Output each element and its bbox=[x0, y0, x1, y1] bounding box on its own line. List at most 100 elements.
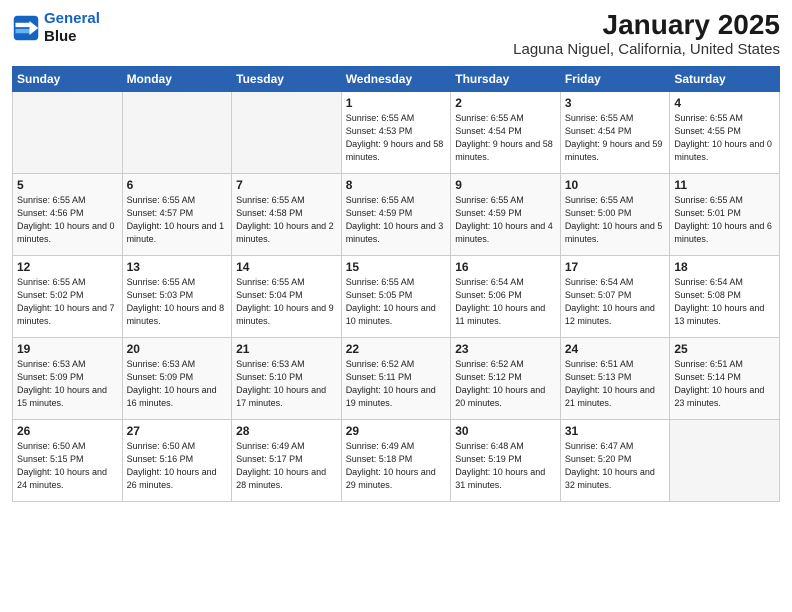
col-saturday: Saturday bbox=[670, 66, 780, 91]
calendar-cell: 3 Sunrise: 6:55 AM Sunset: 4:54 PM Daylig… bbox=[560, 91, 670, 173]
calendar-cell: 29 Sunrise: 6:49 AM Sunset: 5:18 PM Dayli… bbox=[341, 419, 451, 501]
col-monday: Monday bbox=[122, 66, 232, 91]
day-number: 18 bbox=[674, 260, 775, 274]
logo-icon bbox=[12, 14, 40, 42]
day-info: Sunrise: 6:55 AM Sunset: 5:00 PM Dayligh… bbox=[565, 194, 666, 246]
day-info: Sunrise: 6:54 AM Sunset: 5:06 PM Dayligh… bbox=[455, 276, 556, 328]
calendar-cell: 20 Sunrise: 6:53 AM Sunset: 5:09 PM Dayli… bbox=[122, 337, 232, 419]
week-row-3: 12 Sunrise: 6:55 AM Sunset: 5:02 PM Dayli… bbox=[13, 255, 780, 337]
day-number: 2 bbox=[455, 96, 556, 110]
calendar-cell: 17 Sunrise: 6:54 AM Sunset: 5:07 PM Dayli… bbox=[560, 255, 670, 337]
calendar-cell bbox=[13, 91, 123, 173]
calendar-cell: 24 Sunrise: 6:51 AM Sunset: 5:13 PM Dayli… bbox=[560, 337, 670, 419]
day-number: 28 bbox=[236, 424, 337, 438]
calendar-cell: 28Sunrise: 6:49 AM Sunset: 5:17 PM Dayli… bbox=[232, 419, 342, 501]
day-info: Sunrise: 6:55 AM Sunset: 5:03 PM Dayligh… bbox=[127, 276, 228, 328]
day-info: Sunrise: 6:50 AM Sunset: 5:16 PM Dayligh… bbox=[127, 440, 228, 492]
col-sunday: Sunday bbox=[13, 66, 123, 91]
day-info: Sunrise: 6:50 AM Sunset: 5:15 PM Dayligh… bbox=[17, 440, 118, 492]
calendar-cell: 30 Sunrise: 6:48 AM Sunset: 5:19 PM Dayli… bbox=[451, 419, 561, 501]
day-number: 19 bbox=[17, 342, 118, 356]
day-info: Sunrise: 6:55 AM Sunset: 5:02 PM Dayligh… bbox=[17, 276, 118, 328]
day-number: 30 bbox=[455, 424, 556, 438]
day-number: 21 bbox=[236, 342, 337, 356]
week-row-1: 1Sunrise: 6:55 AM Sunset: 4:53 PM Daylig… bbox=[13, 91, 780, 173]
calendar-cell: 22Sunrise: 6:52 AM Sunset: 5:11 PM Dayli… bbox=[341, 337, 451, 419]
day-number: 12 bbox=[17, 260, 118, 274]
day-info: Sunrise: 6:55 AM Sunset: 5:05 PM Dayligh… bbox=[346, 276, 447, 328]
day-info: Sunrise: 6:52 AM Sunset: 5:12 PM Dayligh… bbox=[455, 358, 556, 410]
day-number: 23 bbox=[455, 342, 556, 356]
calendar-cell: 25 Sunrise: 6:51 AM Sunset: 5:14 PM Dayli… bbox=[670, 337, 780, 419]
calendar-cell bbox=[122, 91, 232, 173]
day-number: 7 bbox=[236, 178, 337, 192]
calendar-cell: 19 Sunrise: 6:53 AM Sunset: 5:09 PM Dayli… bbox=[13, 337, 123, 419]
week-row-5: 26Sunrise: 6:50 AM Sunset: 5:15 PM Dayli… bbox=[13, 419, 780, 501]
calendar-cell bbox=[670, 419, 780, 501]
day-info: Sunrise: 6:52 AM Sunset: 5:11 PM Dayligh… bbox=[346, 358, 447, 410]
header: General Blue January 2025 Laguna Niguel,… bbox=[12, 10, 780, 58]
calendar-table: Sunday Monday Tuesday Wednesday Thursday… bbox=[12, 66, 780, 502]
day-number: 10 bbox=[565, 178, 666, 192]
calendar-cell: 1Sunrise: 6:55 AM Sunset: 4:53 PM Daylig… bbox=[341, 91, 451, 173]
day-info: Sunrise: 6:55 AM Sunset: 4:54 PM Dayligh… bbox=[565, 112, 666, 164]
calendar-cell: 2 Sunrise: 6:55 AM Sunset: 4:54 PM Daylig… bbox=[451, 91, 561, 173]
day-info: Sunrise: 6:55 AM Sunset: 4:54 PM Dayligh… bbox=[455, 112, 556, 164]
day-number: 4 bbox=[674, 96, 775, 110]
col-wednesday: Wednesday bbox=[341, 66, 451, 91]
day-info: Sunrise: 6:54 AM Sunset: 5:08 PM Dayligh… bbox=[674, 276, 775, 328]
col-thursday: Thursday bbox=[451, 66, 561, 91]
day-number: 15 bbox=[346, 260, 447, 274]
day-info: Sunrise: 6:53 AM Sunset: 5:09 PM Dayligh… bbox=[127, 358, 228, 410]
calendar-cell bbox=[232, 91, 342, 173]
day-info: Sunrise: 6:53 AM Sunset: 5:10 PM Dayligh… bbox=[236, 358, 337, 410]
day-number: 16 bbox=[455, 260, 556, 274]
calendar-cell: 23 Sunrise: 6:52 AM Sunset: 5:12 PM Dayli… bbox=[451, 337, 561, 419]
day-info: Sunrise: 6:55 AM Sunset: 4:55 PM Dayligh… bbox=[674, 112, 775, 164]
day-number: 25 bbox=[674, 342, 775, 356]
day-info: Sunrise: 6:48 AM Sunset: 5:19 PM Dayligh… bbox=[455, 440, 556, 492]
day-number: 17 bbox=[565, 260, 666, 274]
week-row-2: 5Sunrise: 6:55 AM Sunset: 4:56 PM Daylig… bbox=[13, 173, 780, 255]
logo-text: General Blue bbox=[44, 10, 100, 46]
day-number: 24 bbox=[565, 342, 666, 356]
calendar-cell: 21 Sunrise: 6:53 AM Sunset: 5:10 PM Dayli… bbox=[232, 337, 342, 419]
week-row-4: 19 Sunrise: 6:53 AM Sunset: 5:09 PM Dayli… bbox=[13, 337, 780, 419]
calendar-cell: 8Sunrise: 6:55 AM Sunset: 4:59 PM Daylig… bbox=[341, 173, 451, 255]
calendar-cell: 27 Sunrise: 6:50 AM Sunset: 5:16 PM Dayli… bbox=[122, 419, 232, 501]
day-number: 3 bbox=[565, 96, 666, 110]
day-info: Sunrise: 6:49 AM Sunset: 5:18 PM Dayligh… bbox=[346, 440, 447, 492]
calendar-cell: 6Sunrise: 6:55 AM Sunset: 4:57 PM Daylig… bbox=[122, 173, 232, 255]
day-number: 9 bbox=[455, 178, 556, 192]
calendar-cell: 4 Sunrise: 6:55 AM Sunset: 4:55 PM Daylig… bbox=[670, 91, 780, 173]
calendar-subtitle: Laguna Niguel, California, United States bbox=[513, 41, 780, 58]
day-number: 11 bbox=[674, 178, 775, 192]
day-info: Sunrise: 6:55 AM Sunset: 4:53 PM Dayligh… bbox=[346, 112, 447, 164]
calendar-cell: 5Sunrise: 6:55 AM Sunset: 4:56 PM Daylig… bbox=[13, 173, 123, 255]
day-info: Sunrise: 6:51 AM Sunset: 5:13 PM Dayligh… bbox=[565, 358, 666, 410]
day-info: Sunrise: 6:51 AM Sunset: 5:14 PM Dayligh… bbox=[674, 358, 775, 410]
day-number: 27 bbox=[127, 424, 228, 438]
calendar-title: January 2025 bbox=[513, 10, 780, 41]
day-number: 20 bbox=[127, 342, 228, 356]
calendar-cell: 16 Sunrise: 6:54 AM Sunset: 5:06 PM Dayli… bbox=[451, 255, 561, 337]
calendar-cell: 7Sunrise: 6:55 AM Sunset: 4:58 PM Daylig… bbox=[232, 173, 342, 255]
day-number: 14 bbox=[236, 260, 337, 274]
calendar-cell: 31 Sunrise: 6:47 AM Sunset: 5:20 PM Dayli… bbox=[560, 419, 670, 501]
calendar-header-row: Sunday Monday Tuesday Wednesday Thursday… bbox=[13, 66, 780, 91]
calendar-cell: 12 Sunrise: 6:55 AM Sunset: 5:02 PM Dayli… bbox=[13, 255, 123, 337]
calendar-cell: 18 Sunrise: 6:54 AM Sunset: 5:08 PM Dayli… bbox=[670, 255, 780, 337]
day-info: Sunrise: 6:47 AM Sunset: 5:20 PM Dayligh… bbox=[565, 440, 666, 492]
calendar-cell: 14Sunrise: 6:55 AM Sunset: 5:04 PM Dayli… bbox=[232, 255, 342, 337]
day-number: 31 bbox=[565, 424, 666, 438]
title-block: January 2025 Laguna Niguel, California, … bbox=[513, 10, 780, 58]
calendar-cell: 26Sunrise: 6:50 AM Sunset: 5:15 PM Dayli… bbox=[13, 419, 123, 501]
day-number: 29 bbox=[346, 424, 447, 438]
col-friday: Friday bbox=[560, 66, 670, 91]
calendar-cell: 9Sunrise: 6:55 AM Sunset: 4:59 PM Daylig… bbox=[451, 173, 561, 255]
day-number: 5 bbox=[17, 178, 118, 192]
calendar-cell: 10 Sunrise: 6:55 AM Sunset: 5:00 PM Dayli… bbox=[560, 173, 670, 255]
calendar-cell: 15 Sunrise: 6:55 AM Sunset: 5:05 PM Dayli… bbox=[341, 255, 451, 337]
day-info: Sunrise: 6:53 AM Sunset: 5:09 PM Dayligh… bbox=[17, 358, 118, 410]
day-info: Sunrise: 6:54 AM Sunset: 5:07 PM Dayligh… bbox=[565, 276, 666, 328]
